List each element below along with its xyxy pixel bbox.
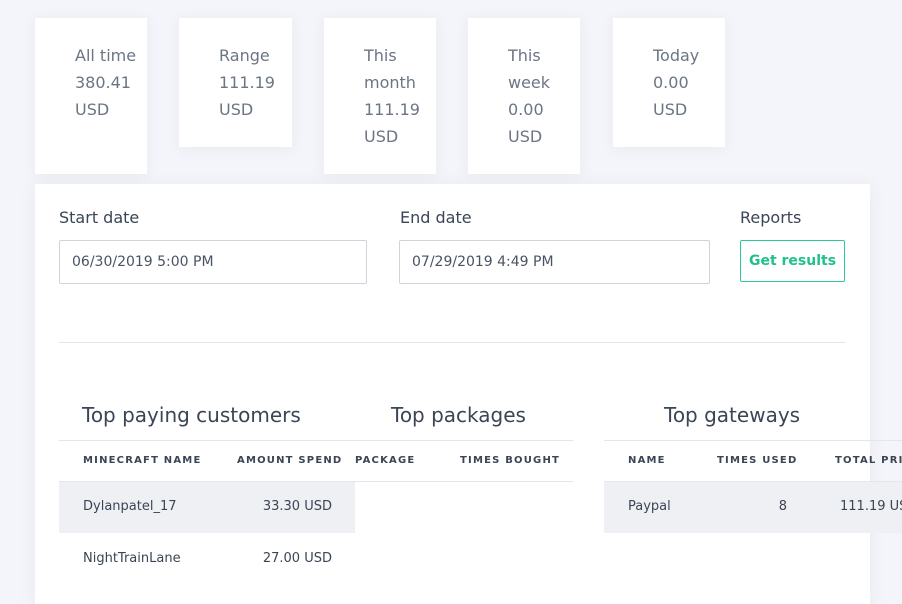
customer-name: NightTrainLane [83, 551, 181, 566]
start-date-label: Start date [59, 208, 140, 227]
table-header-line-left [59, 440, 573, 441]
stat-this-month: This month 111.19 USD [364, 46, 420, 146]
get-results-button[interactable]: Get results [740, 240, 845, 282]
stat-card-this-week: This week 0.00 USD [468, 18, 580, 174]
stat-card-range: Range 111.19 USD [179, 18, 292, 147]
table-header-line-right [604, 440, 902, 441]
header-minecraft-name: MINECRAFT NAME [83, 455, 202, 466]
customer-amount: 33.30 USD [262, 499, 332, 514]
header-amount-spend: AMOUNT SPEND [237, 455, 343, 466]
stat-card-today: Today 0.00 USD [613, 18, 725, 147]
header-times-bought: TIMES BOUGHT [460, 455, 561, 466]
stat-range: Range 111.19 USD [219, 46, 275, 119]
end-date-input[interactable]: 07/29/2019 4:49 PM [399, 240, 710, 284]
gateway-total-price: 111.19 US [840, 499, 902, 514]
stat-today: Today 0.00 USD [653, 46, 700, 119]
customer-name: Dylanpatel_17 [83, 499, 177, 514]
start-date-input[interactable]: 06/30/2019 5:00 PM [59, 240, 367, 284]
gateway-times-used: 8 [778, 499, 787, 514]
top-gateways-title: Top gateways [664, 403, 801, 427]
reports-label: Reports [740, 208, 802, 227]
header-name: NAME [628, 455, 666, 466]
divider [59, 342, 846, 343]
stat-card-all-time: All time 380.41 USD [35, 18, 147, 174]
header-total-price: TOTAL PRIC [835, 455, 902, 466]
end-date-label: End date [400, 208, 472, 227]
top-packages-title: Top packages [391, 403, 526, 427]
header-package: PACKAGE [355, 455, 416, 466]
gateway-name: Paypal [628, 499, 671, 514]
top-customers-title: Top paying customers [82, 403, 301, 427]
stat-card-this-month: This month 111.19 USD [324, 18, 436, 174]
header-times-used: TIMES USED [717, 455, 798, 466]
stat-this-week: This week 0.00 USD [508, 46, 551, 146]
customer-amount: 27.00 USD [262, 551, 332, 566]
stat-all-time: All time 380.41 USD [75, 46, 137, 119]
